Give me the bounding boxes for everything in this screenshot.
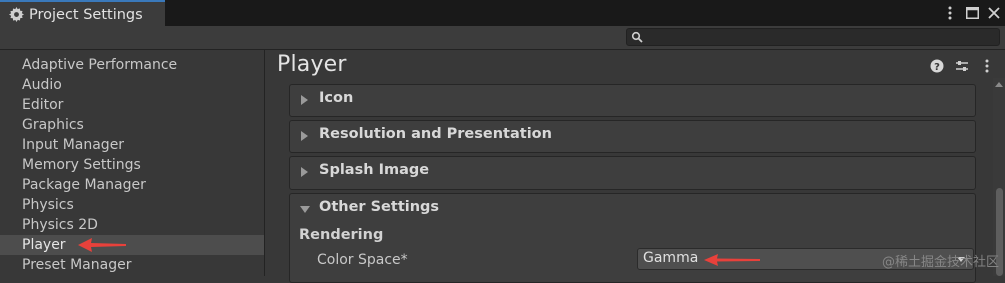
section-splash-image[interactable]: Splash Image xyxy=(289,156,976,190)
search-icon xyxy=(631,31,643,43)
annotation-arrow xyxy=(704,254,760,266)
section-label: Splash Image xyxy=(319,162,430,178)
kebab-menu-icon[interactable] xyxy=(939,2,961,24)
vertical-scrollbar[interactable] xyxy=(993,78,1005,276)
sidebar-item-memory-settings[interactable]: Memory Settings xyxy=(0,155,264,175)
scroll-up-icon[interactable] xyxy=(995,82,1003,87)
sidebar-item-physics-2d[interactable]: Physics 2D xyxy=(0,215,264,235)
sidebar-item-adaptive-performance[interactable]: Adaptive Performance xyxy=(0,55,264,75)
section-resolution-and-presentation[interactable]: Resolution and Presentation xyxy=(289,120,976,153)
project-settings-tab[interactable]: Project Settings xyxy=(0,0,165,27)
sidebar-item-input-manager[interactable]: Input Manager xyxy=(0,135,264,155)
title-bar: Project Settings xyxy=(0,0,1005,27)
svg-text:?: ? xyxy=(934,62,940,73)
more-options-icon[interactable] xyxy=(979,58,995,74)
search-input[interactable] xyxy=(626,28,1000,46)
color-space-label: Color Space* xyxy=(317,252,408,268)
section-label: Icon xyxy=(319,90,354,106)
color-space-value: Gamma xyxy=(643,250,699,266)
gear-icon xyxy=(9,7,24,22)
watermark: @稀土掘金技术社区 xyxy=(881,255,999,270)
maximize-icon[interactable] xyxy=(961,2,983,24)
sidebar-item-player[interactable]: Player xyxy=(0,235,264,255)
sidebar-item-physics[interactable]: Physics xyxy=(0,195,264,215)
sidebar-item-audio[interactable]: Audio xyxy=(0,75,264,95)
collapse-triangle-icon xyxy=(300,206,310,213)
sidebar-item-editor[interactable]: Editor xyxy=(0,95,264,115)
expand-triangle-icon xyxy=(301,131,308,141)
sidebar-item-graphics[interactable]: Graphics xyxy=(0,115,264,135)
page-title: Player xyxy=(277,52,347,77)
section-label: Resolution and Presentation xyxy=(319,126,552,142)
window-title: Project Settings xyxy=(29,6,143,23)
search-toolbar xyxy=(0,26,1005,50)
preset-sliders-icon[interactable] xyxy=(954,58,970,74)
settings-sidebar: Adaptive Performance Audio Editor Graphi… xyxy=(0,50,265,276)
player-settings-panel: Player ? Icon Resolution and Presentatio… xyxy=(265,50,1005,283)
annotation-arrow xyxy=(78,238,126,252)
sidebar-item-preset-manager[interactable]: Preset Manager xyxy=(0,255,264,275)
sidebar-item-package-manager[interactable]: Package Manager xyxy=(0,175,264,195)
help-icon[interactable]: ? xyxy=(929,58,945,74)
section-icon[interactable]: Icon xyxy=(289,84,976,117)
expand-triangle-icon xyxy=(301,95,308,105)
close-icon[interactable] xyxy=(983,2,1005,24)
expand-triangle-icon xyxy=(301,167,308,177)
rendering-heading: Rendering xyxy=(299,227,384,243)
section-label: Other Settings xyxy=(319,199,440,215)
